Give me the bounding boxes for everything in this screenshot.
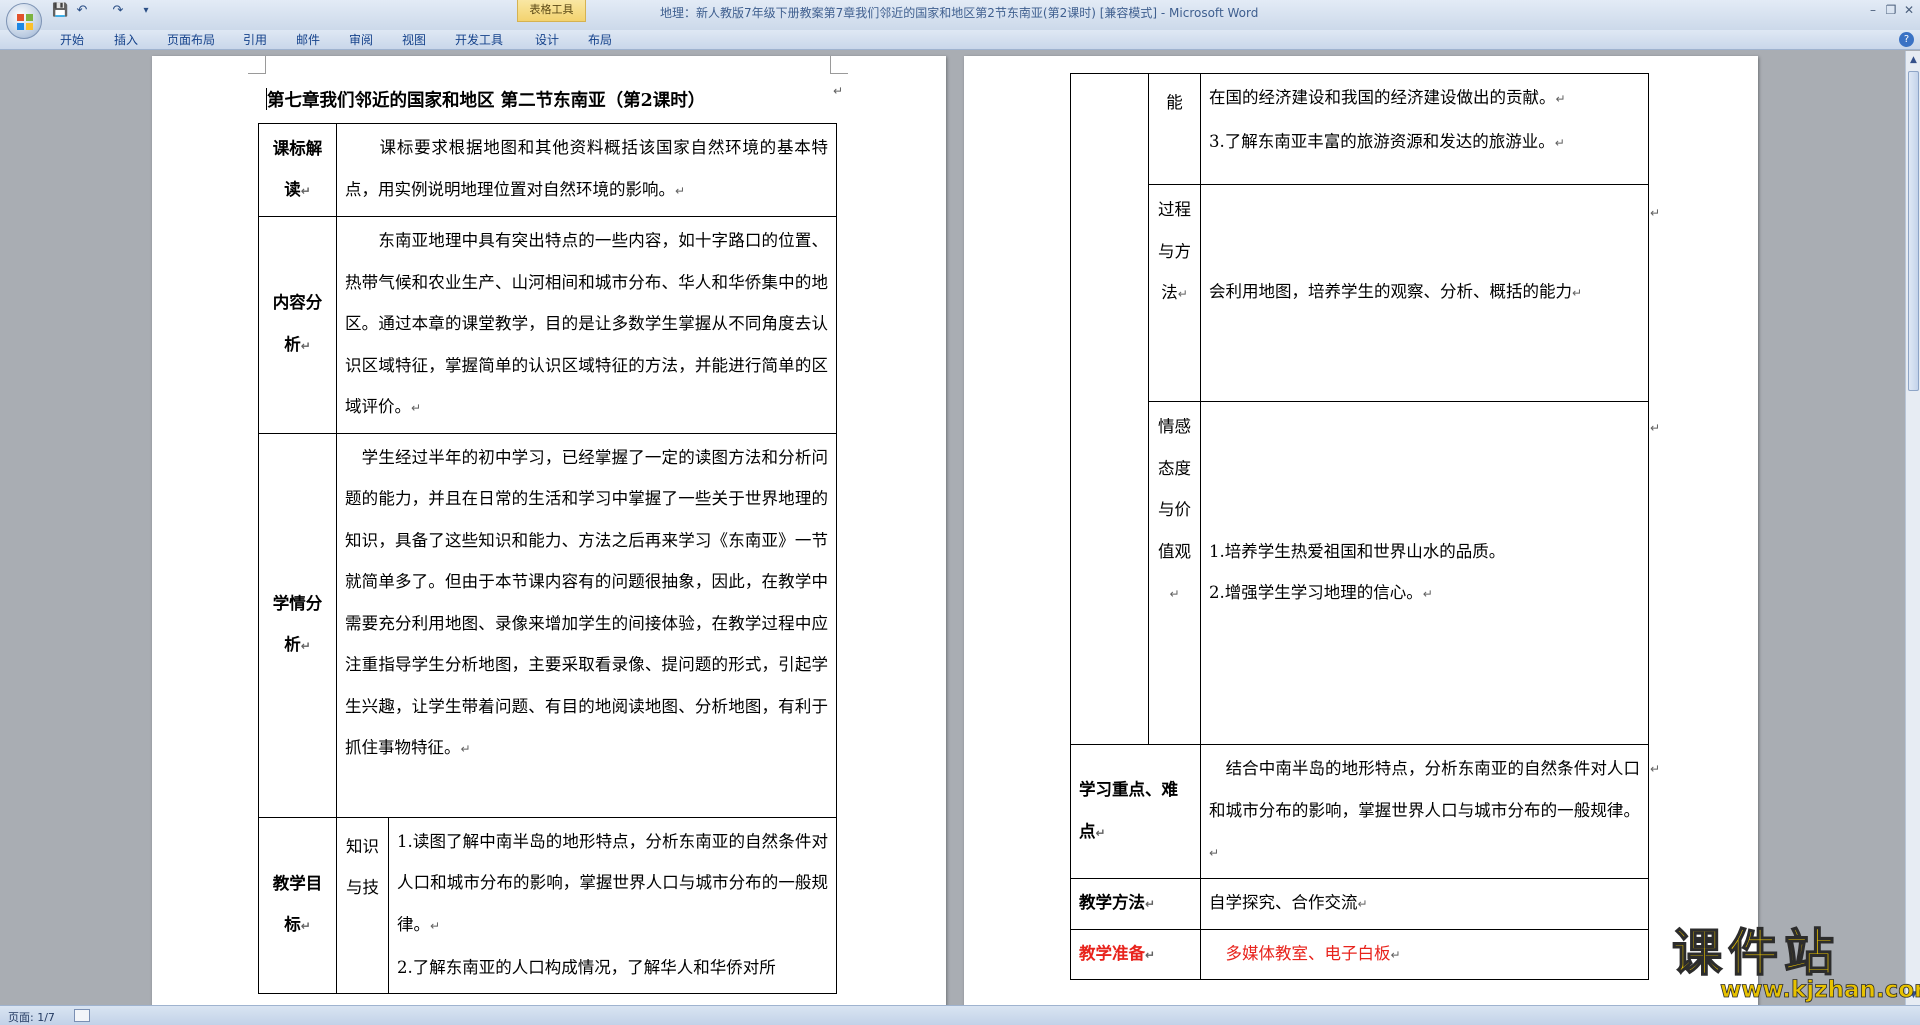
lesson-plan-table-continued[interactable]: 能 在国的经济建设和我国的经济建设做出的贡献。↵ 3.了解东南亚丰富的旅游资源和发…	[1070, 73, 1649, 980]
row-sublabel[interactable]: 知识与技	[336, 816, 389, 994]
row-label[interactable]: 内容分析↵	[258, 216, 337, 434]
table-tools-context-tab: 表格工具	[517, 0, 586, 22]
row-content[interactable]: 1.读图了解中南半岛的地形特点，分析东南亚的自然条件对人口和城市分布的影响，掌握…	[388, 816, 837, 994]
table-row: 教学方法↵ 自学探究、合作交流↵	[1070, 878, 1649, 930]
tab-mailings[interactable]: 邮件	[296, 30, 320, 50]
document-heading[interactable]: 第七章我们邻近的国家和地区 第二节东南亚（第2课时）	[267, 87, 705, 112]
objective-item: 在国的经济建设和我国的经济建设做出的贡献。↵	[1209, 88, 1566, 107]
row-label[interactable]: 教学准备↵	[1070, 928, 1201, 980]
lesson-plan-table[interactable]: 课标解读↵ 课标要求根据地图和其他资料概括该国家自然环境的基本特点，用实例说明地…	[258, 123, 837, 994]
ribbon-tab-bar: 开始 插入 页面布局 引用 邮件 审阅 视图 开发工具 设计 布局	[0, 30, 1920, 50]
row-sublabel[interactable]: 情感态度与价值观↵	[1148, 401, 1201, 745]
tab-insert[interactable]: 插入	[114, 30, 138, 50]
word-window: 💾 ↶ ↷ ▾ 表格工具 地理：新人教版7年级下册教案第7章我们邻近的国家和地区…	[0, 0, 1920, 1025]
tab-references[interactable]: 引用	[243, 30, 267, 50]
page-count[interactable]: 页面: 1/7	[8, 1009, 55, 1025]
row-label	[1070, 73, 1149, 745]
row-end-mark: ↵	[1650, 421, 1661, 435]
objective-item: 2.增强学生学习地理的信心。↵	[1209, 583, 1433, 602]
office-logo-icon	[17, 14, 33, 30]
objective-item: 1.培养学生热爱祖国和世界山水的品质。	[1209, 541, 1506, 561]
watermark-url: www.kjzhan.com	[1720, 977, 1920, 1004]
table-row: 教学准备↵ 多媒体教室、电子白板↵	[1070, 928, 1649, 980]
objective-item: 3.了解东南亚丰富的旅游资源和发达的旅游业。↵	[1209, 131, 1565, 151]
tab-page-layout[interactable]: 页面布局	[167, 30, 215, 50]
row-label[interactable]: 教学方法↵	[1070, 878, 1201, 930]
row-label[interactable]: 教学目标↵	[258, 816, 337, 994]
tab-home[interactable]: 开始	[60, 30, 84, 50]
table-row: 学情分析↵ 学生经过半年的初中学习，已经掌握了一定的读图方法和分析问题的能力，并…	[258, 432, 837, 818]
table-row: 情感态度与价值观↵ 1.培养学生热爱祖国和世界山水的品质。 2.增强学生学习地理的…	[1071, 401, 1649, 745]
document-page-2[interactable]: 能 在国的经济建设和我国的经济建设做出的贡献。↵ 3.了解东南亚丰富的旅游资源和发…	[964, 56, 1758, 1005]
vertical-scrollbar[interactable]: ▲ ▼	[1905, 51, 1920, 1005]
row-content[interactable]: 自学探究、合作交流↵	[1200, 878, 1649, 930]
row-label[interactable]: 学情分析↵	[258, 432, 337, 818]
proofing-icon[interactable]	[74, 1009, 90, 1022]
undo-icon[interactable]: ↶	[74, 3, 90, 19]
tab-design[interactable]: 设计	[535, 30, 559, 50]
customize-toolbar-icon[interactable]: ▾	[138, 3, 154, 19]
row-content[interactable]: 结合中南半岛的地形特点，分析东南亚的自然条件对人口和城市分布的影响，掌握世界人口…	[1200, 744, 1649, 879]
site-watermark: 课件站 www.kjzhan.com	[1668, 924, 1920, 1005]
watermark-brand: 课件站	[1671, 924, 1840, 982]
row-sublabel[interactable]: 能	[1148, 73, 1201, 185]
window-title: 地理：新人教版7年级下册教案第7章我们邻近的国家和地区第2节东南亚(第2课时) …	[660, 6, 1259, 20]
row-sublabel[interactable]: 过程与方法↵	[1148, 184, 1201, 402]
paragraph-mark: ↵	[833, 84, 844, 98]
title-bar: 💾 ↶ ↷ ▾ 表格工具 地理：新人教版7年级下册教案第7章我们邻近的国家和地区…	[0, 0, 1920, 39]
status-bar: 页面: 1/7	[0, 1005, 1920, 1025]
help-icon[interactable]: ?	[1899, 32, 1914, 47]
document-page-1[interactable]: 第七章我们邻近的国家和地区 第二节东南亚（第2课时） ↵ 课标解读↵ 课标要求根…	[152, 56, 946, 1005]
row-content[interactable]: 学生经过半年的初中学习，已经掌握了一定的读图方法和分析问题的能力，并且在日常的生…	[336, 432, 837, 818]
redo-icon[interactable]: ↷	[110, 3, 126, 19]
row-content[interactable]: 在国的经济建设和我国的经济建设做出的贡献。↵ 3.了解东南亚丰富的旅游资源和发达的…	[1200, 73, 1649, 185]
crop-mark	[830, 56, 848, 74]
row-content[interactable]: 东南亚地理中具有突出特点的一些内容，如十字路口的位置、热带气候和农业生产、山河相…	[336, 216, 837, 434]
document-workspace[interactable]: 第七章我们邻近的国家和地区 第二节东南亚（第2课时） ↵ 课标解读↵ 课标要求根…	[0, 51, 1905, 1005]
scroll-up-icon[interactable]: ▲	[1908, 54, 1919, 66]
tab-layout[interactable]: 布局	[588, 30, 612, 50]
table-row: 内容分析↵ 东南亚地理中具有突出特点的一些内容，如十字路口的位置、热带气候和农业…	[258, 216, 837, 434]
table-row: 教学目标↵ 知识与技 1.读图了解中南半岛的地形特点，分析东南亚的自然条件对人口…	[258, 816, 837, 994]
tab-view[interactable]: 视图	[402, 30, 426, 50]
row-content[interactable]: 多媒体教室、电子白板↵	[1200, 928, 1649, 980]
office-button[interactable]	[6, 3, 42, 39]
scroll-thumb[interactable]	[1908, 71, 1919, 391]
table-row: 课标解读↵ 课标要求根据地图和其他资料概括该国家自然环境的基本特点，用实例说明地…	[258, 123, 837, 217]
table-row: 能 在国的经济建设和我国的经济建设做出的贡献。↵ 3.了解东南亚丰富的旅游资源和发…	[1070, 73, 1649, 745]
table-row: 学习重点、难点↵ 结合中南半岛的地形特点，分析东南亚的自然条件对人口和城市分布的…	[1070, 744, 1649, 879]
row-label[interactable]: 课标解读↵	[258, 123, 337, 217]
table-row: 过程与方法↵ 会利用地图，培养学生的观察、分析、概括的能力↵	[1071, 184, 1649, 402]
row-end-mark: ↵	[1650, 762, 1661, 776]
row-label[interactable]: 学习重点、难点↵	[1070, 744, 1201, 879]
row-content[interactable]: 课标要求根据地图和其他资料概括该国家自然环境的基本特点，用实例说明地理位置对自然…	[336, 123, 837, 217]
row-content[interactable]: 1.培养学生热爱祖国和世界山水的品质。 2.增强学生学习地理的信心。↵	[1200, 401, 1649, 745]
save-icon[interactable]: 💾	[52, 3, 68, 19]
objective-item: 1.读图了解中南半岛的地形特点，分析东南亚的自然条件对人口和城市分布的影响，掌握…	[397, 831, 828, 934]
tab-developer[interactable]: 开发工具	[455, 30, 503, 50]
row-content[interactable]: 会利用地图，培养学生的观察、分析、概括的能力↵	[1200, 184, 1649, 402]
tab-review[interactable]: 审阅	[349, 30, 373, 50]
close-button[interactable]: ✕	[1898, 2, 1920, 18]
row-end-mark: ↵	[1650, 206, 1661, 220]
crop-mark	[248, 56, 266, 74]
objective-item: 2.了解东南亚的人口构成情况，了解华人和华侨对所	[397, 958, 776, 977]
